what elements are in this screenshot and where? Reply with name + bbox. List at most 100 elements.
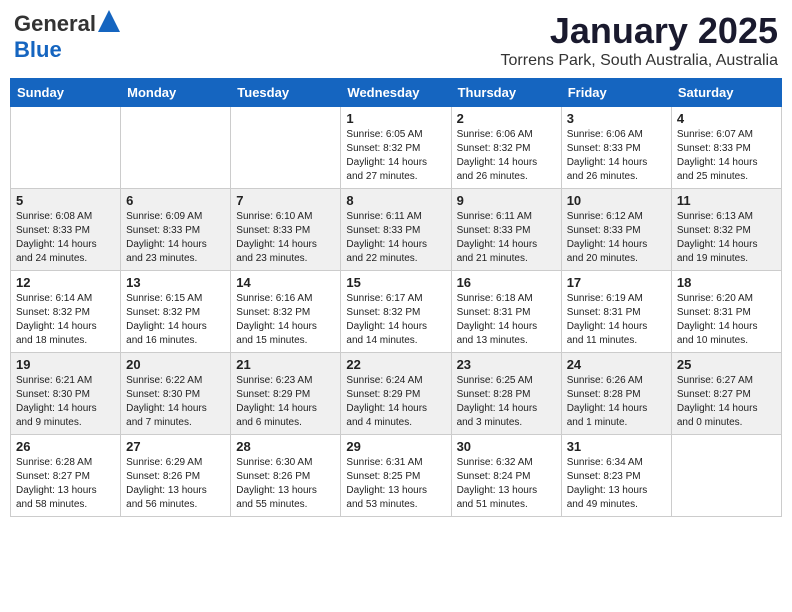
day-number: 15 <box>346 275 445 290</box>
day-number: 18 <box>677 275 776 290</box>
month-title: January 2025 <box>501 10 778 52</box>
calendar-day-header: Tuesday <box>231 79 341 107</box>
day-info: Sunrise: 6:30 AM Sunset: 8:26 PM Dayligh… <box>236 456 335 512</box>
day-info: Sunrise: 6:28 AM Sunset: 8:27 PM Dayligh… <box>16 456 115 512</box>
day-number: 13 <box>126 275 225 290</box>
day-info: Sunrise: 6:27 AM Sunset: 8:27 PM Dayligh… <box>677 374 776 430</box>
day-number: 7 <box>236 193 335 208</box>
calendar-day-cell: 11 Sunrise: 6:13 AM Sunset: 8:32 PM Dayli… <box>671 189 781 271</box>
calendar-day-cell: 21Sunrise: 6:23 AM Sunset: 8:29 PM Dayli… <box>231 353 341 435</box>
day-info: Sunrise: 6:13 AM Sunset: 8:32 PM Dayligh… <box>677 210 776 266</box>
day-info: Sunrise: 6:31 AM Sunset: 8:25 PM Dayligh… <box>346 456 445 512</box>
day-number: 2 <box>457 111 556 126</box>
calendar-header-row: SundayMondayTuesdayWednesdayThursdayFrid… <box>11 79 782 107</box>
day-info: Sunrise: 6:08 AM Sunset: 8:33 PM Dayligh… <box>16 210 115 266</box>
calendar-day-cell <box>231 107 341 189</box>
calendar-day-cell: 3 Sunrise: 6:06 AM Sunset: 8:33 PM Daylig… <box>561 107 671 189</box>
day-info: Sunrise: 6:10 AM Sunset: 8:33 PM Dayligh… <box>236 210 335 266</box>
calendar-day-header: Friday <box>561 79 671 107</box>
calendar-day-cell: 27 Sunrise: 6:29 AM Sunset: 8:26 PM Dayli… <box>121 435 231 517</box>
day-info: Sunrise: 6:32 AM Sunset: 8:24 PM Dayligh… <box>457 456 556 512</box>
calendar-day-cell: 12 Sunrise: 6:14 AM Sunset: 8:32 PM Dayli… <box>11 271 121 353</box>
logo-triangle-icon <box>98 10 120 32</box>
day-info: Sunrise: 6:07 AM Sunset: 8:33 PM Dayligh… <box>677 128 776 184</box>
calendar-day-header: Sunday <box>11 79 121 107</box>
day-info: Sunrise: 6:09 AM Sunset: 8:33 PM Dayligh… <box>126 210 225 266</box>
day-info: Sunrise: 6:16 AM Sunset: 8:32 PM Dayligh… <box>236 292 335 348</box>
day-number: 29 <box>346 439 445 454</box>
calendar-week-row: 1 Sunrise: 6:05 AM Sunset: 8:32 PM Daylig… <box>11 107 782 189</box>
day-number: 20 <box>126 357 225 372</box>
day-number: 10 <box>567 193 666 208</box>
day-info: Sunrise: 6:05 AM Sunset: 8:32 PM Dayligh… <box>346 128 445 184</box>
day-info: Sunrise: 6:06 AM Sunset: 8:32 PM Dayligh… <box>457 128 556 184</box>
calendar-day-cell: 15 Sunrise: 6:17 AM Sunset: 8:32 PM Dayli… <box>341 271 451 353</box>
calendar-day-cell: 2 Sunrise: 6:06 AM Sunset: 8:32 PM Daylig… <box>451 107 561 189</box>
title-section: January 2025 Torrens Park, South Austral… <box>501 10 778 70</box>
day-info: Sunrise: 6:18 AM Sunset: 8:31 PM Dayligh… <box>457 292 556 348</box>
logo: General Blue <box>14 10 120 63</box>
calendar-day-cell: 7 Sunrise: 6:10 AM Sunset: 8:33 PM Daylig… <box>231 189 341 271</box>
calendar-day-cell: 20 Sunrise: 6:22 AM Sunset: 8:30 PM Dayli… <box>121 353 231 435</box>
day-info: Sunrise: 6:19 AM Sunset: 8:31 PM Dayligh… <box>567 292 666 348</box>
day-number: 5 <box>16 193 115 208</box>
day-number: 25 <box>677 357 776 372</box>
day-number: 16 <box>457 275 556 290</box>
calendar-day-cell: 4 Sunrise: 6:07 AM Sunset: 8:33 PM Daylig… <box>671 107 781 189</box>
day-number: 21 <box>236 357 335 372</box>
day-number: 30 <box>457 439 556 454</box>
calendar-day-cell: 13Sunrise: 6:15 AM Sunset: 8:32 PM Dayli… <box>121 271 231 353</box>
day-number: 26 <box>16 439 115 454</box>
day-number: 9 <box>457 193 556 208</box>
day-info: Sunrise: 6:06 AM Sunset: 8:33 PM Dayligh… <box>567 128 666 184</box>
calendar-day-cell: 28 Sunrise: 6:30 AM Sunset: 8:26 PM Dayli… <box>231 435 341 517</box>
calendar-day-cell: 24 Sunrise: 6:26 AM Sunset: 8:28 PM Dayli… <box>561 353 671 435</box>
day-info: Sunrise: 6:11 AM Sunset: 8:33 PM Dayligh… <box>457 210 556 266</box>
calendar-day-cell <box>121 107 231 189</box>
calendar-day-cell: 23Sunrise: 6:25 AM Sunset: 8:28 PM Dayli… <box>451 353 561 435</box>
calendar-day-header: Monday <box>121 79 231 107</box>
logo-blue-text: Blue <box>14 37 62 62</box>
calendar-day-cell <box>671 435 781 517</box>
day-info: Sunrise: 6:29 AM Sunset: 8:26 PM Dayligh… <box>126 456 225 512</box>
calendar-day-cell <box>11 107 121 189</box>
day-info: Sunrise: 6:21 AM Sunset: 8:30 PM Dayligh… <box>16 374 115 430</box>
day-number: 19 <box>16 357 115 372</box>
day-number: 22 <box>346 357 445 372</box>
day-number: 8 <box>346 193 445 208</box>
calendar-day-cell: 26 Sunrise: 6:28 AM Sunset: 8:27 PM Dayli… <box>11 435 121 517</box>
calendar-day-cell: 16 Sunrise: 6:18 AM Sunset: 8:31 PM Dayli… <box>451 271 561 353</box>
calendar-day-cell: 19 Sunrise: 6:21 AM Sunset: 8:30 PM Dayli… <box>11 353 121 435</box>
day-number: 1 <box>346 111 445 126</box>
day-info: Sunrise: 6:24 AM Sunset: 8:29 PM Dayligh… <box>346 374 445 430</box>
day-number: 17 <box>567 275 666 290</box>
day-number: 4 <box>677 111 776 126</box>
calendar-day-cell: 25 Sunrise: 6:27 AM Sunset: 8:27 PM Dayli… <box>671 353 781 435</box>
calendar-week-row: 26 Sunrise: 6:28 AM Sunset: 8:27 PM Dayli… <box>11 435 782 517</box>
calendar-day-cell: 30 Sunrise: 6:32 AM Sunset: 8:24 PM Dayli… <box>451 435 561 517</box>
page-header: General Blue January 2025 Torrens Park, … <box>10 10 782 70</box>
calendar-day-cell: 29 Sunrise: 6:31 AM Sunset: 8:25 PM Dayli… <box>341 435 451 517</box>
day-info: Sunrise: 6:14 AM Sunset: 8:32 PM Dayligh… <box>16 292 115 348</box>
day-number: 11 <box>677 193 776 208</box>
day-number: 12 <box>16 275 115 290</box>
calendar-day-header: Thursday <box>451 79 561 107</box>
day-info: Sunrise: 6:26 AM Sunset: 8:28 PM Dayligh… <box>567 374 666 430</box>
calendar-day-cell: 5 Sunrise: 6:08 AM Sunset: 8:33 PM Daylig… <box>11 189 121 271</box>
day-number: 14 <box>236 275 335 290</box>
day-number: 23 <box>457 357 556 372</box>
day-number: 24 <box>567 357 666 372</box>
day-number: 28 <box>236 439 335 454</box>
calendar-day-cell: 10Sunrise: 6:12 AM Sunset: 8:33 PM Dayli… <box>561 189 671 271</box>
day-number: 6 <box>126 193 225 208</box>
day-info: Sunrise: 6:17 AM Sunset: 8:32 PM Dayligh… <box>346 292 445 348</box>
day-number: 27 <box>126 439 225 454</box>
day-number: 3 <box>567 111 666 126</box>
calendar-table: SundayMondayTuesdayWednesdayThursdayFrid… <box>10 78 782 517</box>
calendar-day-cell: 17 Sunrise: 6:19 AM Sunset: 8:31 PM Dayli… <box>561 271 671 353</box>
calendar-week-row: 12 Sunrise: 6:14 AM Sunset: 8:32 PM Dayli… <box>11 271 782 353</box>
calendar-day-cell: 18Sunrise: 6:20 AM Sunset: 8:31 PM Dayli… <box>671 271 781 353</box>
day-info: Sunrise: 6:22 AM Sunset: 8:30 PM Dayligh… <box>126 374 225 430</box>
calendar-day-header: Wednesday <box>341 79 451 107</box>
calendar-day-cell: 31Sunrise: 6:34 AM Sunset: 8:23 PM Dayli… <box>561 435 671 517</box>
